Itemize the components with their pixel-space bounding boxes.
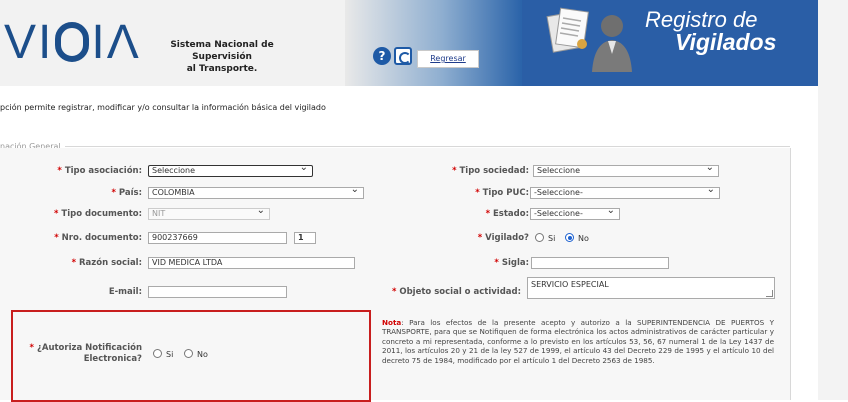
autoriza-no-radio[interactable] xyxy=(184,349,193,358)
vigia-logo: VI IΛ xyxy=(4,18,141,68)
estado-label-text: Estado: xyxy=(493,209,529,219)
fieldset-border xyxy=(0,146,790,147)
autoriza-si-radio[interactable] xyxy=(153,349,162,358)
email-label: E-mail: xyxy=(108,287,142,297)
objeto-social-label-text: Objeto social o actividad: xyxy=(399,287,521,297)
tipo-asociacion-label: * Tipo asociación: xyxy=(57,166,142,176)
logo-text-left: VI xyxy=(4,16,54,69)
required-mark: * xyxy=(452,166,457,176)
nro-documento-label: * Nro. documento: xyxy=(54,233,142,243)
person-icon xyxy=(592,15,632,72)
required-mark: * xyxy=(57,166,62,176)
page-title: Registro de Vigilados xyxy=(645,7,777,55)
legal-note: Nota: Para los efectos de la presente ac… xyxy=(382,318,774,365)
required-mark: * xyxy=(54,233,59,243)
tipo-sociedad-label: * Tipo sociedad: xyxy=(452,166,529,176)
sigla-input[interactable] xyxy=(531,257,669,269)
autoriza-no-label: No xyxy=(197,350,208,359)
required-mark: * xyxy=(475,188,480,198)
sigla-label: * Sigla: xyxy=(494,258,529,268)
razon-social-label-text: Razón social: xyxy=(79,258,142,268)
system-name-line2: al Transporte. xyxy=(186,64,258,74)
vigilado-label: * Vigilado? xyxy=(478,233,529,243)
tipo-asociacion-select[interactable]: Seleccione xyxy=(148,165,313,177)
vigilado-no-label: No xyxy=(578,234,589,243)
sigla-label-text: Sigla: xyxy=(501,258,529,268)
required-mark: * xyxy=(485,209,491,219)
system-name: Sistema Nacional de Supervisión al Trans… xyxy=(146,39,298,75)
tipo-documento-label-text: Tipo documento: xyxy=(61,209,142,219)
tipo-sociedad-label-text: Tipo sociedad: xyxy=(459,166,529,176)
autoriza-line2: Electronica? xyxy=(83,354,142,364)
vigilado-label-text: Vigilado? xyxy=(485,233,529,243)
logo-g-mark xyxy=(55,22,90,63)
note-title: Nota xyxy=(382,318,402,327)
intro-text: pción permite registrar, modificar y/o c… xyxy=(0,103,326,112)
required-mark: * xyxy=(494,258,499,268)
tipo-documento-label: * Tipo documento: xyxy=(54,209,142,219)
tipo-puc-label: * Tipo PUC: xyxy=(475,188,529,198)
objeto-social-textarea[interactable]: SERVICIO ESPECIAL xyxy=(527,277,775,299)
nro-documento-input[interactable]: 900237669 xyxy=(148,232,287,244)
back-link[interactable]: Regresar xyxy=(417,50,479,68)
autoriza-line1: ¿Autoriza Notificación xyxy=(36,343,142,353)
digito-verificacion-input[interactable]: 1 xyxy=(294,232,316,244)
system-name-line1: Sistema Nacional de Supervisión xyxy=(170,40,274,62)
header-gradient xyxy=(345,0,522,86)
back-icon[interactable] xyxy=(394,47,412,65)
pais-select[interactable]: COLOMBIA xyxy=(148,187,364,199)
required-mark: * xyxy=(29,343,34,353)
scrollbar-area[interactable] xyxy=(818,0,848,400)
logo-text-right: IΛ xyxy=(91,16,141,69)
note-text: : Para los efectos de la presente acepto… xyxy=(382,318,774,365)
pais-label: * País: xyxy=(111,188,142,198)
autoriza-notificacion-label: * ¿Autoriza Notificación Electronica? xyxy=(30,343,142,365)
estado-label: * Estado: xyxy=(486,209,529,219)
vigilado-no-radio[interactable] xyxy=(565,233,574,242)
required-mark: * xyxy=(391,287,397,297)
tipo-puc-select[interactable]: -Seleccione- xyxy=(530,187,720,199)
estado-select[interactable]: -Seleccione- xyxy=(530,208,620,220)
vigilado-si-label: Si xyxy=(548,234,556,243)
tipo-puc-label-text: Tipo PUC: xyxy=(482,188,529,198)
vigilado-si-radio[interactable] xyxy=(535,233,544,242)
email-input[interactable] xyxy=(148,286,287,298)
required-mark: * xyxy=(477,233,483,243)
autoriza-si-label: Si xyxy=(166,350,174,359)
required-mark: * xyxy=(53,209,59,219)
nro-documento-label-text: Nro. documento: xyxy=(61,233,142,243)
razon-social-input[interactable]: VID MEDICA LTDA xyxy=(148,257,355,269)
objeto-social-label: * Objeto social o actividad: xyxy=(392,287,521,297)
required-mark: * xyxy=(71,258,77,268)
help-icon[interactable]: ? xyxy=(373,47,391,65)
required-mark: * xyxy=(111,188,116,198)
title-line2: Vigilados xyxy=(675,29,777,55)
razon-social-label: * Razón social: xyxy=(72,258,142,268)
pais-label-text: País: xyxy=(118,188,142,198)
tipo-asociacion-label-text: Tipo asociación: xyxy=(64,166,142,176)
title-line1: Registro de xyxy=(645,7,758,32)
tipo-documento-select[interactable]: NIT xyxy=(148,208,270,220)
tipo-sociedad-select[interactable]: Seleccione xyxy=(533,165,719,177)
